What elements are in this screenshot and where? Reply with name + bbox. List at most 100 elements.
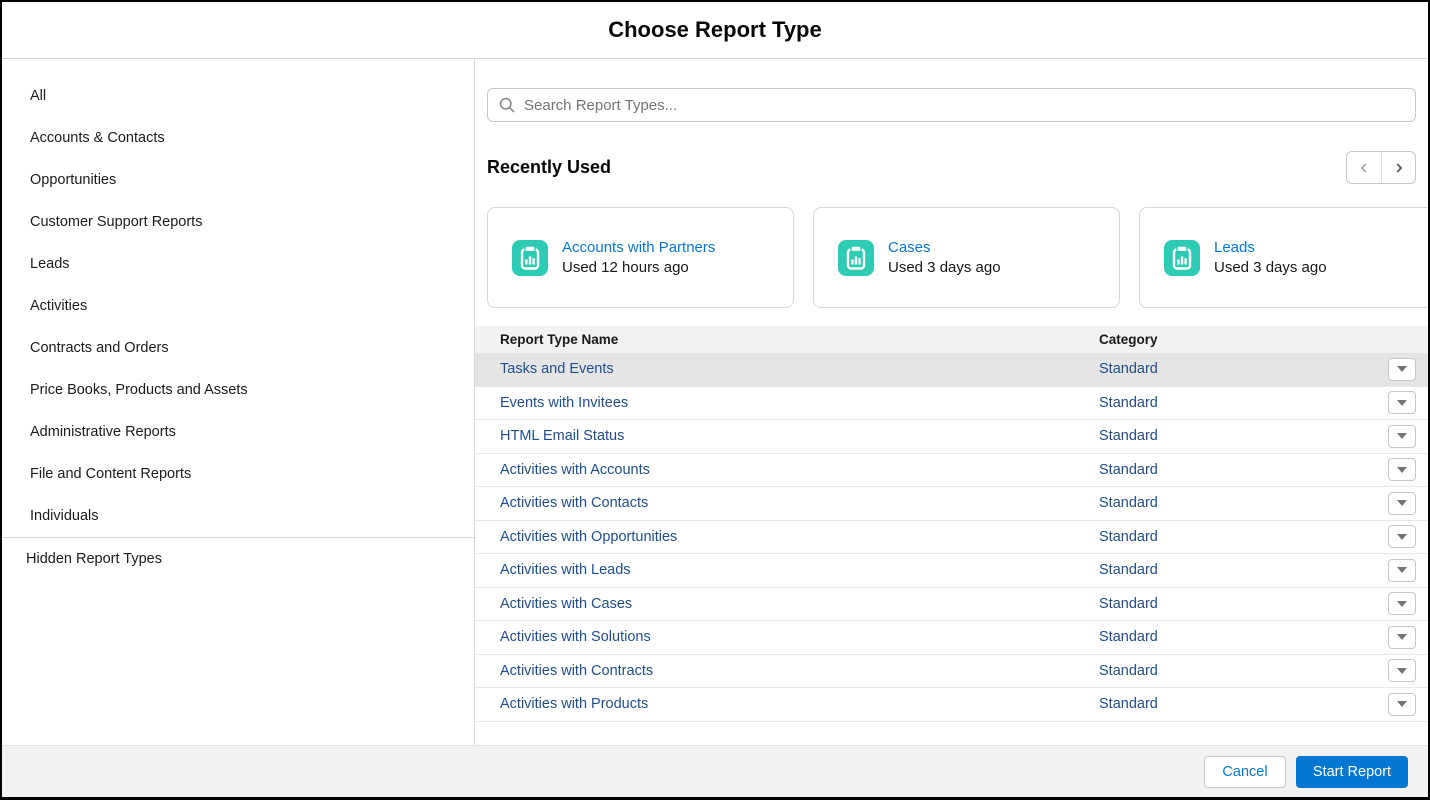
report-type-name-link[interactable]: Activities with Leads xyxy=(475,562,1099,578)
report-type-category: Standard xyxy=(1099,361,1376,377)
row-actions-dropdown-button[interactable] xyxy=(1388,458,1416,481)
search-icon xyxy=(499,97,515,113)
row-actions-dropdown-button[interactable] xyxy=(1388,592,1416,615)
sidebar-item-hidden-report-types[interactable]: Hidden Report Types xyxy=(2,538,474,580)
sidebar-item-label: Customer Support Reports xyxy=(30,214,202,230)
chevron-down-icon xyxy=(1397,601,1407,607)
sidebar-item-label: Leads xyxy=(30,256,70,272)
sidebar-item-label: Accounts & Contacts xyxy=(30,130,165,146)
report-type-category: Standard xyxy=(1099,495,1376,511)
recent-report-card[interactable]: Cases Used 3 days ago xyxy=(813,207,1120,308)
report-type-name-link[interactable]: Activities with Products xyxy=(475,696,1099,712)
recent-card-title-link[interactable]: Leads xyxy=(1214,239,1327,256)
report-type-row[interactable]: Events with Invitees Standard xyxy=(475,387,1428,421)
report-type-name-link[interactable]: Activities with Cases xyxy=(475,596,1099,612)
report-type-category: Standard xyxy=(1099,596,1376,612)
report-type-name-link[interactable]: HTML Email Status xyxy=(475,428,1099,444)
row-actions-dropdown-button[interactable] xyxy=(1388,626,1416,649)
search-container xyxy=(487,88,1416,122)
sidebar-item[interactable]: Administrative Reports xyxy=(2,411,474,453)
report-type-category: Standard xyxy=(1099,529,1376,545)
report-type-name-link[interactable]: Activities with Contacts xyxy=(475,495,1099,511)
sidebar-item[interactable]: Leads xyxy=(2,243,474,285)
report-type-row[interactable]: Activities with Contacts Standard xyxy=(475,487,1428,521)
sidebar-item[interactable]: Activities xyxy=(2,285,474,327)
report-type-row[interactable]: Tasks and Events Standard xyxy=(475,353,1428,387)
report-type-row[interactable]: Activities with Leads Standard xyxy=(475,554,1428,588)
report-type-name-link[interactable]: Events with Invitees xyxy=(475,395,1099,411)
sidebar-item-label: Activities xyxy=(30,298,87,314)
sidebar-item[interactable]: File and Content Reports xyxy=(2,453,474,495)
report-type-row[interactable]: Activities with Accounts Standard xyxy=(475,454,1428,488)
row-actions-dropdown-button[interactable] xyxy=(1388,492,1416,515)
sidebar-item[interactable]: All xyxy=(2,75,474,117)
carousel-previous-button[interactable] xyxy=(1346,151,1381,184)
start-report-button[interactable]: Start Report xyxy=(1296,756,1408,788)
report-type-name-link[interactable]: Activities with Accounts xyxy=(475,462,1099,478)
report-type-name-link[interactable]: Activities with Opportunities xyxy=(475,529,1099,545)
sidebar-item[interactable]: Price Books, Products and Assets xyxy=(2,369,474,411)
row-actions-dropdown-button[interactable] xyxy=(1388,391,1416,414)
sidebar-item[interactable]: Individuals xyxy=(2,495,474,537)
recent-card-title-link[interactable]: Cases xyxy=(888,239,1001,256)
carousel-next-button[interactable] xyxy=(1381,151,1416,184)
sidebar-item[interactable]: Customer Support Reports xyxy=(2,201,474,243)
report-type-category: Standard xyxy=(1099,462,1376,478)
sidebar-item[interactable]: Accounts & Contacts xyxy=(2,117,474,159)
row-actions-dropdown-button[interactable] xyxy=(1388,525,1416,548)
recent-card-last-used: Used 3 days ago xyxy=(888,259,1001,276)
report-type-row[interactable]: Activities with Cases Standard xyxy=(475,588,1428,622)
report-type-row[interactable]: Activities with Opportunities Standard xyxy=(475,521,1428,555)
chevron-left-icon xyxy=(1357,161,1371,175)
chevron-right-icon xyxy=(1392,161,1406,175)
chevron-down-icon xyxy=(1397,366,1407,372)
sidebar-item-label: All xyxy=(30,88,46,104)
modal-header: Choose Report Type xyxy=(2,2,1428,59)
category-sidebar: All Accounts & Contacts Opportunities Cu… xyxy=(2,59,475,745)
sidebar-item-label: Price Books, Products and Assets xyxy=(30,382,248,398)
column-header-report-type-name: Report Type Name xyxy=(475,332,1099,347)
recent-card-last-used: Used 3 days ago xyxy=(1214,259,1327,276)
chevron-down-icon xyxy=(1397,668,1407,674)
column-header-category: Category xyxy=(1099,332,1376,347)
report-type-row[interactable]: Activities with Solutions Standard xyxy=(475,621,1428,655)
chevron-down-icon xyxy=(1397,701,1407,707)
report-type-name-link[interactable]: Tasks and Events xyxy=(475,361,1099,377)
recent-report-card[interactable]: Leads Used 3 days ago xyxy=(1139,207,1428,308)
sidebar-item-label: File and Content Reports xyxy=(30,466,191,482)
chevron-down-icon xyxy=(1397,500,1407,506)
report-type-category: Standard xyxy=(1099,696,1376,712)
chevron-down-icon xyxy=(1397,534,1407,540)
sidebar-item-label: Hidden Report Types xyxy=(26,551,162,567)
chevron-down-icon xyxy=(1397,400,1407,406)
report-type-row[interactable]: Activities with Products Standard xyxy=(475,688,1428,722)
row-actions-dropdown-button[interactable] xyxy=(1388,358,1416,381)
row-actions-dropdown-button[interactable] xyxy=(1388,659,1416,682)
modal-footer: Cancel Start Report xyxy=(2,745,1428,797)
report-type-icon xyxy=(838,240,874,276)
search-report-types-input[interactable] xyxy=(487,88,1416,122)
recent-report-card[interactable]: Accounts with Partners Used 12 hours ago xyxy=(487,207,794,308)
chevron-down-icon xyxy=(1397,567,1407,573)
recent-cards: Accounts with Partners Used 12 hours ago… xyxy=(475,207,1428,308)
report-type-row[interactable]: Activities with Contracts Standard xyxy=(475,655,1428,689)
sidebar-item-label: Contracts and Orders xyxy=(30,340,169,356)
row-actions-dropdown-button[interactable] xyxy=(1388,559,1416,582)
recent-card-title-link[interactable]: Accounts with Partners xyxy=(562,239,715,256)
cancel-button[interactable]: Cancel xyxy=(1204,756,1286,788)
recent-card-last-used: Used 12 hours ago xyxy=(562,259,715,276)
report-type-name-link[interactable]: Activities with Contracts xyxy=(475,663,1099,679)
report-type-row[interactable]: HTML Email Status Standard xyxy=(475,420,1428,454)
report-type-panel: Recently Used xyxy=(475,59,1428,745)
sidebar-item[interactable]: Contracts and Orders xyxy=(2,327,474,369)
modal-title: Choose Report Type xyxy=(608,17,822,43)
report-type-icon xyxy=(1164,240,1200,276)
sidebar-item-label: Administrative Reports xyxy=(30,424,176,440)
row-actions-dropdown-button[interactable] xyxy=(1388,425,1416,448)
row-actions-dropdown-button[interactable] xyxy=(1388,693,1416,716)
sidebar-list: All Accounts & Contacts Opportunities Cu… xyxy=(2,75,474,537)
chevron-down-icon xyxy=(1397,467,1407,473)
report-type-category: Standard xyxy=(1099,663,1376,679)
report-type-name-link[interactable]: Activities with Solutions xyxy=(475,629,1099,645)
sidebar-item[interactable]: Opportunities xyxy=(2,159,474,201)
